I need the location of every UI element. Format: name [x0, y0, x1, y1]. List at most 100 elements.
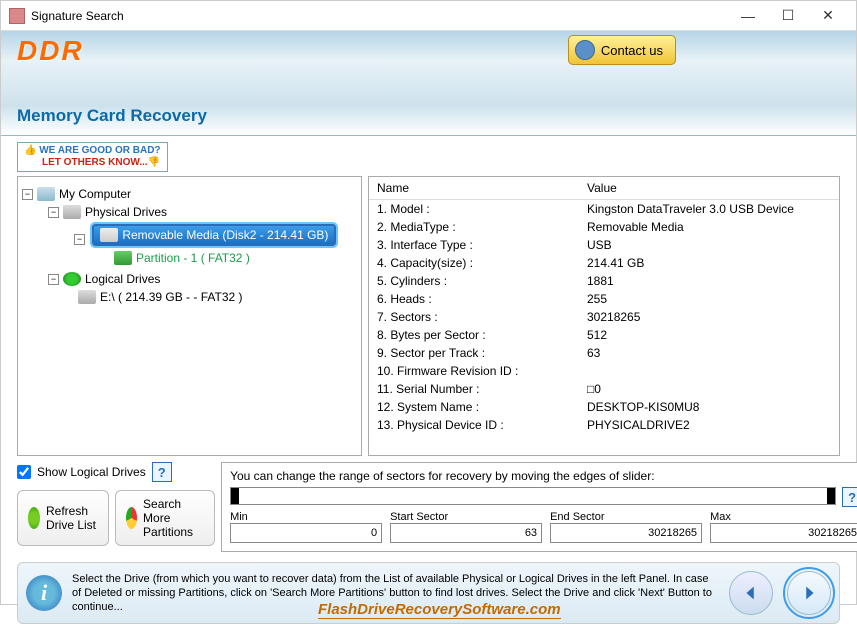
detail-name: 10. Firmware Revision ID :: [377, 364, 587, 378]
next-button[interactable]: [787, 571, 831, 615]
detail-name: 8. Bytes per Sector :: [377, 328, 587, 342]
detail-value: 255: [587, 292, 607, 306]
details-row[interactable]: 1. Model :Kingston DataTraveler 3.0 USB …: [369, 200, 839, 218]
detail-name: 7. Sectors :: [377, 310, 587, 324]
detail-name: 6. Heads :: [377, 292, 587, 306]
show-logical-checkbox[interactable]: [17, 465, 31, 479]
help-icon[interactable]: ?: [152, 462, 172, 482]
start-label: Start Sector: [390, 511, 542, 523]
contact-us-button[interactable]: Contact us: [568, 35, 676, 65]
minimize-button[interactable]: —: [728, 2, 768, 30]
detail-name: 2. MediaType :: [377, 220, 587, 234]
details-row[interactable]: 3. Interface Type :USB: [369, 236, 839, 254]
detail-name: 3. Interface Type :: [377, 238, 587, 252]
watermark: FlashDriveRecoverySoftware.com: [318, 601, 561, 619]
details-row[interactable]: 7. Sectors :30218265: [369, 308, 839, 326]
details-row[interactable]: 4. Capacity(size) :214.41 GB: [369, 254, 839, 272]
subtitle-bar: Memory Card Recovery: [1, 106, 856, 136]
detail-value: 214.41 GB: [587, 256, 644, 270]
min-label: Min: [230, 511, 382, 523]
partition-icon: [114, 251, 132, 265]
details-row[interactable]: 12. System Name :DESKTOP-KIS0MU8: [369, 398, 839, 416]
tree-node-physical[interactable]: − Physical Drives: [22, 203, 357, 221]
details-row[interactable]: 13. Physical Device ID :PHYSICALDRIVE2: [369, 416, 839, 434]
detail-value: PHYSICALDRIVE2: [587, 418, 690, 432]
tree-node-logical[interactable]: − Logical Drives: [22, 270, 357, 288]
title-bar: Signature Search — ☐ ✕: [1, 1, 856, 31]
refresh-icon: [28, 507, 40, 529]
detail-value: 1881: [587, 274, 614, 288]
drive-tree-panel: − My Computer − Physical Drives − Remova…: [17, 176, 362, 456]
app-icon: [9, 8, 25, 24]
details-row[interactable]: 11. Serial Number :□0: [369, 380, 839, 398]
detail-value: □0: [587, 382, 601, 396]
window-title: Signature Search: [31, 9, 728, 23]
slider-handle-right[interactable]: [827, 488, 835, 504]
maximize-button[interactable]: ☐: [768, 2, 808, 30]
start-sector-input[interactable]: [390, 523, 542, 543]
refresh-button[interactable]: Refresh Drive List: [17, 490, 109, 546]
max-input: [710, 523, 857, 543]
detail-name: 5. Cylinders :: [377, 274, 587, 288]
tree-node-partition[interactable]: Partition - 1 ( FAT32 ): [22, 249, 357, 267]
detail-value: 30218265: [587, 310, 640, 324]
computer-icon: [37, 187, 55, 201]
details-row[interactable]: 9. Sector per Track :63: [369, 344, 839, 362]
details-row[interactable]: 5. Cylinders :1881: [369, 272, 839, 290]
footer: i Select the Drive (from which you want …: [17, 562, 840, 624]
detail-name: 11. Serial Number :: [377, 382, 587, 396]
detail-value: DESKTOP-KIS0MU8: [587, 400, 699, 414]
min-input: [230, 523, 382, 543]
details-row[interactable]: 10. Firmware Revision ID :: [369, 362, 839, 380]
detail-value: USB: [587, 238, 612, 252]
header-value: Value: [587, 181, 617, 195]
contact-label: Contact us: [601, 43, 663, 58]
detail-value: Removable Media: [587, 220, 684, 234]
tree-node-mycomputer[interactable]: − My Computer: [22, 185, 357, 203]
feedback-button[interactable]: 👍 WE ARE GOOD OR BAD? LET OTHERS KNOW...…: [17, 142, 168, 172]
detail-value: 63: [587, 346, 600, 360]
tree-node-drive-e[interactable]: E:\ ( 214.39 GB - - FAT32 ): [22, 288, 357, 306]
show-logical-label: Show Logical Drives: [37, 465, 146, 479]
refresh-label: Refresh Drive List: [46, 504, 98, 532]
search-partitions-button[interactable]: Search More Partitions: [115, 490, 215, 546]
tree-node-removable-row: − Removable Media (Disk2 - 214.41 GB): [22, 221, 357, 249]
max-label: Max: [710, 511, 857, 523]
detail-value: Kingston DataTraveler 3.0 USB Device: [587, 202, 794, 216]
end-label: End Sector: [550, 511, 702, 523]
expand-icon[interactable]: −: [48, 207, 59, 218]
sector-slider[interactable]: [230, 487, 836, 505]
header-name: Name: [377, 181, 587, 195]
slider-handle-left[interactable]: [231, 488, 239, 504]
search-label: Search More Partitions: [143, 497, 204, 539]
removable-icon: [100, 228, 118, 242]
feedback-line2: LET OTHERS KNOW...: [42, 157, 148, 168]
contact-icon: [575, 40, 595, 60]
details-row[interactable]: 2. MediaType :Removable Media: [369, 218, 839, 236]
details-header: Name Value: [369, 177, 839, 200]
subtitle: Memory Card Recovery: [17, 106, 840, 126]
help-icon[interactable]: ?: [842, 487, 857, 507]
detail-value: 512: [587, 328, 607, 342]
tree-label: Partition - 1 ( FAT32 ): [136, 251, 250, 265]
expand-icon[interactable]: −: [48, 274, 59, 285]
detail-name: 1. Model :: [377, 202, 587, 216]
tree-label: Removable Media (Disk2 - 214.41 GB): [122, 228, 328, 242]
details-row[interactable]: 8. Bytes per Sector :512: [369, 326, 839, 344]
detail-name: 9. Sector per Track :: [377, 346, 587, 360]
detail-name: 13. Physical Device ID :: [377, 418, 587, 432]
tree-node-removable-selected[interactable]: Removable Media (Disk2 - 214.41 GB): [92, 224, 336, 246]
tree-label: Physical Drives: [85, 205, 167, 219]
details-row[interactable]: 6. Heads :255: [369, 290, 839, 308]
tree-label: Logical Drives: [85, 272, 160, 286]
end-sector-input[interactable]: [550, 523, 702, 543]
back-button[interactable]: [729, 571, 773, 615]
search-icon: [126, 507, 137, 529]
close-button[interactable]: ✕: [808, 2, 848, 30]
tree-label: My Computer: [59, 187, 131, 201]
expand-icon[interactable]: −: [22, 189, 33, 200]
expand-icon[interactable]: −: [74, 234, 85, 245]
info-icon: i: [26, 575, 62, 611]
drive-icon: [78, 290, 96, 304]
feedback-line1: WE ARE GOOD OR BAD?: [39, 145, 160, 156]
